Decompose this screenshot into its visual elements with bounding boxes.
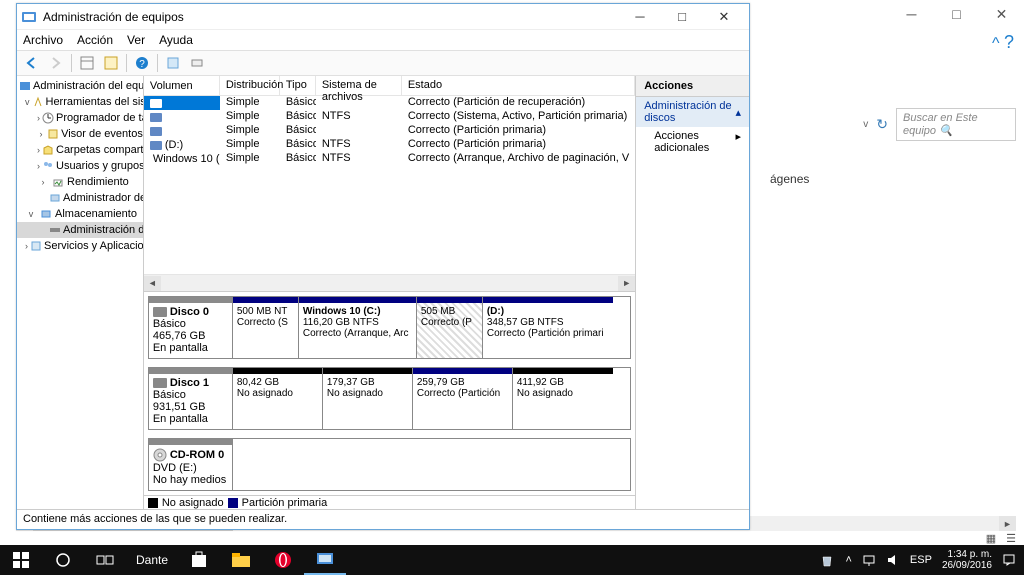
volume-row[interactable]: Windows 10 (C:)SimpleBásicoNTFSCorrecto …	[144, 152, 635, 166]
tree-storage[interactable]: vAlmacenamiento	[17, 206, 143, 222]
toolbar: ?	[17, 50, 749, 76]
volume-row[interactable]: SimpleBásicoNTFSCorrecto (Sistema, Activ…	[144, 110, 635, 124]
show-hide-button[interactable]	[76, 53, 98, 73]
tray-recycle-icon[interactable]	[819, 552, 835, 568]
system-tray[interactable]: ˄ ESP 1:34 p. m.26/09/2016	[819, 549, 1024, 571]
help-icon[interactable]: ^	[992, 35, 1000, 52]
settings-button[interactable]	[162, 53, 184, 73]
back-button[interactable]	[21, 53, 43, 73]
bg-minimize-button[interactable]: ─	[889, 0, 934, 28]
computer-management-window: Administración de equipos ─ □ ✕ Archivo …	[16, 3, 750, 530]
tree-item[interactable]: ›Programador de tareas	[17, 110, 143, 126]
disk-info[interactable]: Disco 1Básico931,51 GBEn pantalla	[149, 368, 233, 429]
col-status[interactable]: Estado	[402, 76, 635, 95]
view-large-icons-button[interactable]: ▦	[986, 532, 996, 545]
disk-block[interactable]: Disco 0Básico465,76 GBEn pantalla500 MB …	[148, 296, 631, 359]
bg-maximize-button[interactable]: □	[934, 0, 979, 28]
tray-network-icon[interactable]	[862, 553, 876, 567]
partition[interactable]: 505 MBCorrecto (P	[417, 297, 483, 358]
minimize-button[interactable]: ─	[619, 6, 661, 28]
tree-item[interactable]: ›Visor de eventos	[17, 126, 143, 142]
col-filesystem[interactable]: Sistema de archivos	[316, 76, 402, 95]
collapse-icon[interactable]: ▴	[735, 106, 741, 119]
volume-list[interactable]: Volumen Distribución Tipo Sistema de arc…	[144, 76, 635, 292]
menu-view[interactable]: Ver	[127, 33, 145, 47]
window-title: Administración de equipos	[43, 10, 619, 24]
properties-button[interactable]	[100, 53, 122, 73]
close-button[interactable]: ✕	[703, 6, 745, 28]
partition[interactable]: 500 MB NTCorrecto (S	[233, 297, 299, 358]
app-icon	[21, 9, 37, 25]
partition[interactable]: 80,42 GBNo asignado	[233, 368, 323, 429]
tree-item[interactable]: ›Carpetas compartidas	[17, 142, 143, 158]
col-type[interactable]: Tipo	[280, 76, 316, 95]
actions-pane: Acciones Administración de discos▴ Accio…	[636, 76, 749, 509]
tray-volume-icon[interactable]	[886, 553, 900, 567]
partition[interactable]: Windows 10 (C:)116,20 GB NTFSCorrecto (A…	[299, 297, 417, 358]
maximize-button[interactable]: □	[661, 6, 703, 28]
disk-management-pane: Volumen Distribución Tipo Sistema de arc…	[144, 76, 636, 509]
svg-text:?: ?	[139, 59, 145, 70]
volume-list-scrollbar[interactable]: ◄►	[144, 274, 635, 291]
titlebar[interactable]: Administración de equipos ─ □ ✕	[17, 4, 749, 30]
menu-file[interactable]: Archivo	[23, 33, 63, 47]
start-button[interactable]	[0, 545, 42, 575]
tree-root[interactable]: Administración del equipo (loc	[17, 78, 143, 94]
menu-help[interactable]: Ayuda	[159, 33, 193, 47]
taskbar-app-store[interactable]	[178, 545, 220, 575]
menu-action[interactable]: Acción	[77, 33, 113, 47]
tray-overflow-icon[interactable]: ˄	[845, 554, 851, 566]
more-button[interactable]	[186, 53, 208, 73]
actions-more[interactable]: Acciones adicionales▸	[636, 127, 749, 157]
partition[interactable]: 179,37 GBNo asignado	[323, 368, 413, 429]
tray-notifications-icon[interactable]	[1002, 553, 1016, 567]
folder-images-label: ágenes	[770, 172, 809, 186]
bg-close-button[interactable]: ✕	[979, 0, 1024, 28]
volume-row[interactable]: SimpleBásicoCorrecto (Partición de recup…	[144, 96, 635, 110]
taskbar-search-label[interactable]: Dante	[126, 553, 178, 567]
tray-ime[interactable]: ESP	[910, 554, 932, 566]
partition[interactable]: 411,92 GBNo asignado	[513, 368, 613, 429]
partition[interactable]: 259,79 GBCorrecto (Partición	[413, 368, 513, 429]
disk-layout-pane: Disco 0Básico465,76 GBEn pantalla500 MB …	[144, 292, 635, 509]
statusbar: Contiene más acciones de las que se pued…	[17, 509, 749, 529]
legend: No asignado Partición primaria	[144, 495, 635, 509]
partition[interactable]: (D:)348,57 GB NTFSCorrecto (Partición pr…	[483, 297, 613, 358]
volume-row[interactable]: (D:)SimpleBásicoNTFSCorrecto (Partición …	[144, 138, 635, 152]
search-input[interactable]: Buscar en Este equipo 🔍	[896, 108, 1016, 141]
taskview-button[interactable]	[84, 545, 126, 575]
disk-info[interactable]: CD-ROM 0DVD (E:)No hay medios	[149, 439, 233, 490]
col-volume[interactable]: Volumen	[144, 76, 220, 95]
actions-header: Acciones	[636, 76, 749, 97]
tree-item[interactable]: ›Usuarios y grupos locale	[17, 158, 143, 174]
tree-disk-management[interactable]: Administración de disco	[17, 222, 143, 238]
navigation-tree[interactable]: Administración del equipo (loc vHerramie…	[17, 76, 144, 509]
taskbar-app-opera[interactable]	[262, 545, 304, 575]
tree-services[interactable]: ›Servicios y Aplicaciones	[17, 238, 143, 254]
tree-system-tools[interactable]: vHerramientas del sistema	[17, 94, 143, 110]
actions-section[interactable]: Administración de discos▴	[636, 97, 749, 127]
tray-clock[interactable]: 1:34 p. m.26/09/2016	[942, 549, 992, 571]
col-layout[interactable]: Distribución	[220, 76, 280, 95]
cortana-button[interactable]	[42, 545, 84, 575]
help-button[interactable]: ?	[131, 53, 153, 73]
volume-list-header[interactable]: Volumen Distribución Tipo Sistema de arc…	[144, 76, 635, 96]
address-dropdown-icon[interactable]: v	[863, 119, 868, 130]
disk-info[interactable]: Disco 0Básico465,76 GBEn pantalla	[149, 297, 233, 358]
disk-block[interactable]: Disco 1Básico931,51 GBEn pantalla80,42 G…	[148, 367, 631, 430]
menubar: Archivo Acción Ver Ayuda	[17, 30, 749, 50]
tree-item[interactable]: Administrador de dispo	[17, 190, 143, 206]
disk-block[interactable]: CD-ROM 0DVD (E:)No hay medios	[148, 438, 631, 491]
submenu-icon: ▸	[735, 130, 741, 154]
volume-row[interactable]: SimpleBásicoCorrecto (Partición primaria…	[144, 124, 635, 138]
view-details-button[interactable]: ☰	[1006, 532, 1016, 545]
taskbar[interactable]: Dante ˄ ESP 1:34 p. m.26/09/2016	[0, 545, 1024, 575]
forward-button[interactable]	[45, 53, 67, 73]
taskbar-app-mmc[interactable]	[304, 545, 346, 575]
tree-item[interactable]: ›Rendimiento	[17, 174, 143, 190]
refresh-icon[interactable]: ↻	[876, 116, 888, 133]
taskbar-app-explorer[interactable]	[220, 545, 262, 575]
